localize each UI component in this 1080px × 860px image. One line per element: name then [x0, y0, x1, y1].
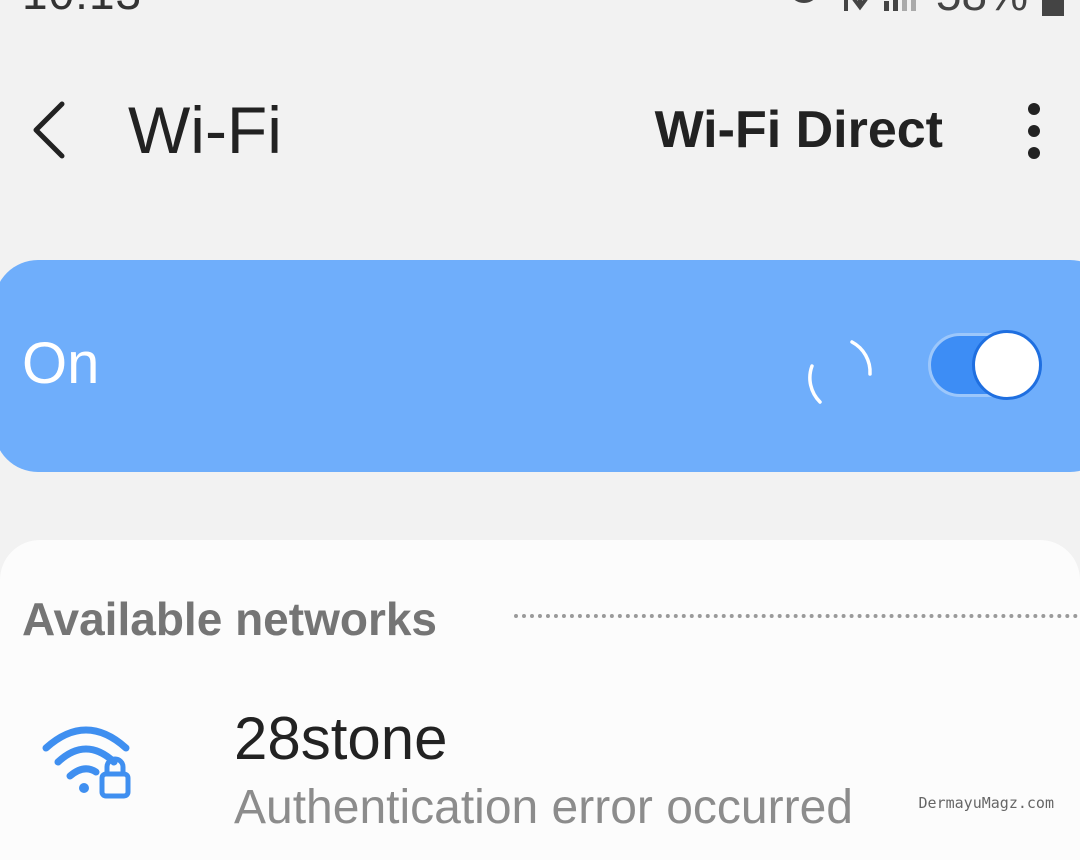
battery-icon — [1042, 0, 1064, 16]
loading-spinner-icon — [808, 340, 872, 404]
back-arrow-icon — [33, 101, 65, 159]
wifi-state-label: On — [22, 331, 100, 396]
back-button[interactable] — [20, 98, 76, 162]
more-options-button[interactable] — [1014, 96, 1054, 166]
status-time: 10:13 — [22, 0, 142, 20]
network-name: 28stone — [234, 705, 448, 772]
section-divider — [514, 614, 1080, 618]
network-list-item[interactable]: 28stone Authentication error occurred — [0, 690, 1080, 860]
more-vert-icon — [1028, 103, 1040, 159]
alarm-icon — [784, 0, 824, 16]
page-title: Wi-Fi — [128, 93, 282, 167]
toggle-thumb — [972, 330, 1042, 400]
signal-icon — [882, 0, 922, 16]
watermark: DermayuMagz.com — [918, 794, 1054, 812]
wifi-lock-icon — [42, 726, 131, 799]
wifi-master-switch-panel[interactable]: On — [0, 260, 1080, 472]
data-transfer-icon — [838, 0, 868, 16]
wifi-toggle-switch[interactable] — [928, 330, 1046, 400]
available-networks-header: Available networks — [22, 593, 438, 645]
networks-card: Available networks 28stone Authenticatio… — [0, 540, 1080, 860]
status-icons: 58% — [784, 0, 1064, 17]
network-status: Authentication error occurred — [234, 781, 853, 834]
battery-percent: 58% — [936, 0, 1028, 17]
wifi-direct-button[interactable]: Wi-Fi Direct — [655, 100, 943, 160]
